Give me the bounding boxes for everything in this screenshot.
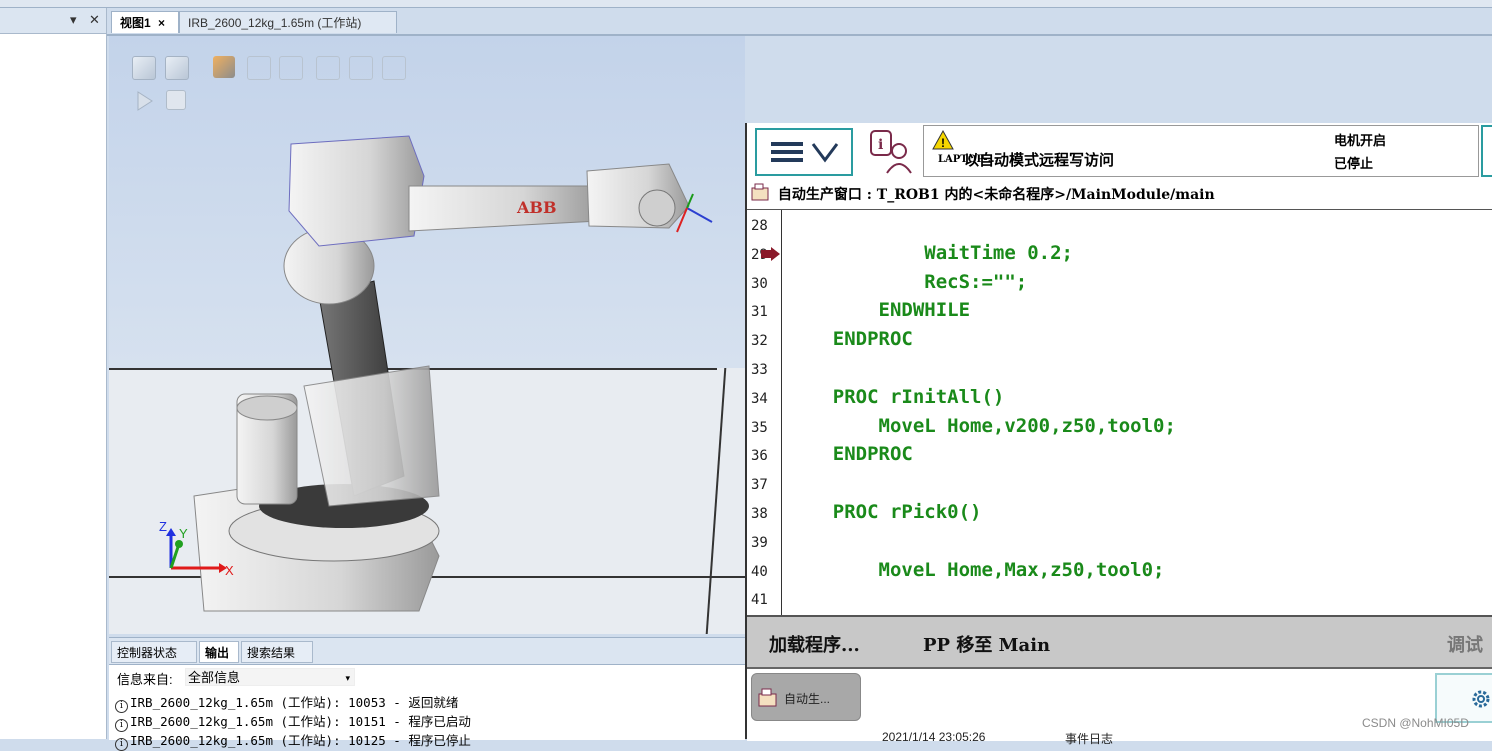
motor-status: 电机开启	[1334, 133, 1387, 148]
tab-search-results[interactable]: 搜索结果	[241, 641, 313, 663]
flexpendant-window: i ! LAPTOP-... 以自动模式远程写访问 电机开启 已停止 自动生产窗…	[745, 123, 1492, 741]
filter-label: 信息来自:	[117, 672, 173, 687]
code-line[interactable]: PROC rPick0()	[787, 501, 982, 523]
line-number: 36	[751, 448, 768, 465]
pp-to-main-button[interactable]: PP 移至 Main	[923, 631, 1050, 657]
left-panel: ▾ ✕	[0, 8, 107, 739]
code-line[interactable]: RecS:="";	[787, 271, 1027, 293]
abb-logo: ABB	[516, 198, 556, 217]
menu-icon	[771, 142, 839, 163]
ribbon-strip	[0, 0, 1492, 8]
tab-view1[interactable]: 视图1 ×	[111, 11, 179, 33]
abb-menu-button[interactable]	[755, 128, 853, 176]
program-path-bar: 自动生产窗口 : T_ROB1 内的<未命名程序>/MainModule/mai…	[747, 181, 1492, 210]
log-row[interactable]: i IRB_2600_12kg_1.65m (工作站): 10125 - 程序已停…	[115, 730, 471, 751]
axis-y-label: Y	[179, 526, 188, 541]
line-number: 30	[751, 275, 768, 292]
line-number: 38	[751, 506, 768, 522]
code-line[interactable]: ENDPROC	[787, 328, 913, 350]
line-number: 32	[751, 333, 768, 350]
operator-info-icon[interactable]: i	[867, 129, 915, 175]
tab-controller-status[interactable]: 控制器状态	[111, 641, 197, 663]
tab-station[interactable]: IRB_2600_12kg_1.65m (工作站)	[179, 11, 397, 33]
robot-model[interactable]: ABB Z Y X	[109, 36, 745, 634]
line-number: 37	[751, 477, 768, 494]
output-tabs: 控制器状态 输出 搜索结果	[109, 638, 745, 665]
line-number-gutter	[747, 210, 782, 615]
axis-z-label: Z	[159, 519, 167, 534]
line-number: 31	[751, 304, 768, 321]
line-number: 33	[751, 362, 768, 378]
code-line[interactable]: ENDWHILE	[787, 299, 971, 321]
program-pointer-icon	[761, 247, 780, 261]
watermark: CSDN @NohMI05D	[1362, 716, 1469, 730]
3d-viewport[interactable]: ABB Z Y X	[109, 36, 745, 634]
dropdown-arrow-icon[interactable]: ▾	[70, 11, 77, 29]
program-path: 自动生产窗口 : T_ROB1 内的<未命名程序>/MainModule/mai…	[777, 187, 1215, 203]
debug-button[interactable]: 调试	[1447, 631, 1483, 657]
status-message: 以自动模式远程写访问	[964, 151, 1115, 169]
code-editor[interactable]: 28 29 WaitTime 0.2; 30 RecS:=""; 31 ENDWHIL…	[747, 210, 1492, 615]
warning-icon: !	[932, 130, 954, 150]
production-window-icon	[758, 688, 777, 707]
line-number: 28	[751, 218, 768, 234]
axis-x-label: X	[225, 563, 234, 578]
close-icon[interactable]: ✕	[89, 11, 100, 29]
close-panel-button[interactable]	[1481, 125, 1492, 177]
svg-text:i: i	[878, 137, 883, 153]
task-label: 自动生...	[784, 692, 831, 706]
line-number: 35	[751, 419, 768, 436]
tab-close-icon[interactable]: ×	[158, 16, 165, 30]
info-icon: i	[115, 738, 128, 751]
svg-text:!: !	[941, 136, 945, 150]
document-tabs: 视图1 × IRB_2600_12kg_1.65m (工作站)	[107, 8, 1492, 36]
fp-header: i ! LAPTOP-... 以自动模式远程写访问 电机开启 已停止	[747, 123, 1492, 182]
code-line[interactable]: ENDPROC	[787, 443, 913, 465]
code-line[interactable]: MoveL Home,v200,z50,tool0;	[787, 415, 1176, 437]
code-line[interactable]: PROC rInitAll()	[787, 386, 1005, 408]
chevron-down-icon: ▾	[345, 673, 350, 683]
code-line[interactable]: MoveL Home,Max,z50,tool0;	[787, 559, 1165, 581]
output-panel: 控制器状态 输出 搜索结果 信息来自: 全部信息 ▾ i IRB_2600_12k…	[109, 637, 745, 751]
datetime: 2021/1/14 23:05:26	[882, 730, 986, 744]
production-window-icon	[751, 183, 769, 201]
left-panel-header: ▾ ✕	[0, 8, 106, 34]
code-line[interactable]: WaitTime 0.2;	[787, 242, 1073, 264]
gear-icon	[1472, 690, 1490, 708]
program-status: 已停止	[1334, 156, 1374, 171]
line-number: 34	[751, 390, 768, 407]
status-bar[interactable]: ! LAPTOP-... 以自动模式远程写访问 电机开启 已停止	[923, 125, 1479, 177]
tab-label: 视图1	[120, 16, 151, 30]
line-number: 41	[751, 592, 768, 609]
tab-output[interactable]: 输出	[199, 641, 239, 663]
fp-command-bar: 加载程序... PP 移至 Main 调试	[747, 615, 1492, 669]
log-row[interactable]: i IRB_2600_12kg_1.65m (工作站): 10151 - 程序已启…	[115, 711, 471, 732]
tab-label: IRB_2600_12kg_1.65m (工作站)	[188, 16, 362, 30]
task-auto-production[interactable]: 自动生...	[751, 673, 861, 721]
line-number: 40	[751, 563, 768, 580]
line-number: 39	[751, 534, 768, 551]
log-row[interactable]: i IRB_2600_12kg_1.65m (工作站): 10053 - 返回就绪	[115, 692, 458, 713]
load-program-button[interactable]: 加载程序...	[769, 631, 860, 657]
filter-dropdown[interactable]: 全部信息 ▾	[185, 668, 355, 686]
